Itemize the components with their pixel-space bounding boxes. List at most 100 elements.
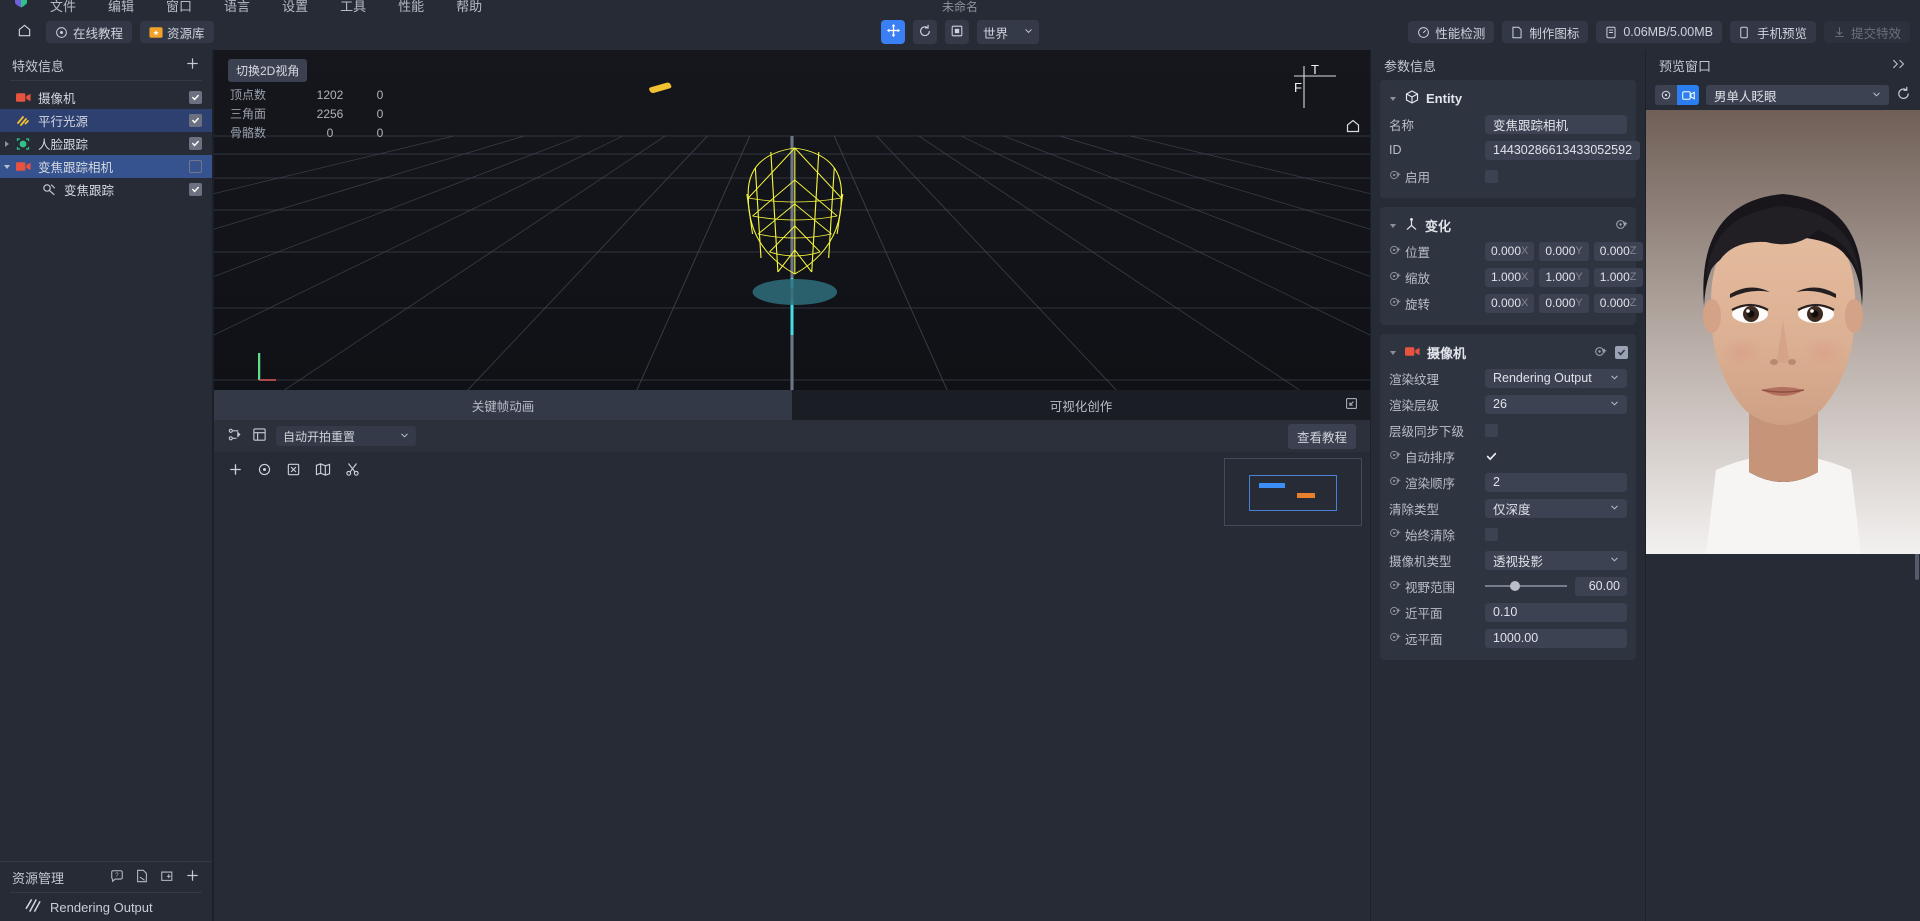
fov-slider[interactable]: 60.00 bbox=[1485, 576, 1627, 596]
layout-icon[interactable] bbox=[252, 427, 267, 445]
preview-render-image[interactable] bbox=[1646, 110, 1920, 554]
delete-x-icon[interactable] bbox=[286, 462, 301, 480]
section-header[interactable]: Entity bbox=[1380, 86, 1636, 111]
expand-panel-icon[interactable] bbox=[1345, 397, 1358, 413]
preview-material-select[interactable]: 男单人眨眼 bbox=[1706, 85, 1889, 105]
scale-y-input[interactable]: 1.000 Y bbox=[1539, 267, 1589, 287]
preview-mode-toggle[interactable] bbox=[1655, 85, 1699, 105]
add-resource-icon[interactable] bbox=[185, 868, 200, 886]
performance-check-button[interactable]: 性能检测 bbox=[1408, 21, 1495, 43]
viewport-3d[interactable]: 切换2D视角 顶点数 1202 0 三角面 2256 0 骨骼数 0 0 T F bbox=[213, 50, 1370, 390]
scissors-icon[interactable] bbox=[345, 462, 360, 480]
menu-tools[interactable]: 工具 bbox=[324, 0, 382, 14]
camera-mode-icon[interactable] bbox=[1677, 85, 1699, 105]
fov-value[interactable]: 60.00 bbox=[1575, 576, 1627, 596]
add-entity-button[interactable] bbox=[185, 56, 200, 74]
tree-item-zoom-tracking-camera[interactable]: 变焦跟踪相机 bbox=[0, 155, 212, 178]
collapse-twisty-icon[interactable] bbox=[0, 163, 14, 171]
name-input[interactable]: 变焦跟踪相机 bbox=[1485, 114, 1627, 134]
visibility-checkbox[interactable] bbox=[189, 91, 202, 104]
position-z-input[interactable]: 0.000 Z bbox=[1593, 241, 1643, 261]
keyframe-icon[interactable] bbox=[228, 427, 243, 445]
keyframe-add-icon[interactable] bbox=[1389, 169, 1401, 184]
preview-refresh-icon[interactable] bbox=[1896, 86, 1911, 104]
scale-x-input[interactable]: 1.000 X bbox=[1485, 267, 1535, 287]
home-button[interactable] bbox=[10, 21, 38, 43]
make-icon-button[interactable]: 制作图标 bbox=[1502, 21, 1589, 43]
rotation-y-input[interactable]: 0.000 Y bbox=[1539, 293, 1589, 313]
enable-checkbox[interactable] bbox=[1485, 169, 1498, 183]
layer-sync-checkbox[interactable] bbox=[1485, 423, 1498, 437]
graph-minimap[interactable] bbox=[1224, 458, 1362, 526]
memory-usage-button[interactable]: 0.06MB/5.00MB bbox=[1596, 21, 1722, 43]
keyframe-add-icon[interactable] bbox=[1389, 631, 1401, 646]
menu-language[interactable]: 语言 bbox=[208, 0, 266, 14]
map-icon[interactable] bbox=[315, 462, 331, 480]
new-folder-icon[interactable] bbox=[160, 869, 174, 886]
tree-item-directional-light[interactable]: 平行光源 bbox=[0, 109, 212, 132]
tree-item-camera[interactable]: 摄像机 bbox=[0, 86, 212, 109]
submit-effect-button[interactable]: 提交特效 bbox=[1823, 21, 1910, 43]
collapse-right-icon[interactable] bbox=[1891, 57, 1907, 74]
menu-window[interactable]: 窗口 bbox=[150, 0, 208, 14]
visibility-checkbox[interactable] bbox=[189, 160, 202, 173]
render-texture-select[interactable]: Rendering Output bbox=[1485, 368, 1627, 388]
keyframe-add-icon[interactable] bbox=[1615, 218, 1628, 234]
visibility-checkbox[interactable] bbox=[189, 137, 202, 150]
move-tool-button[interactable] bbox=[881, 20, 905, 44]
menu-help[interactable]: 帮助 bbox=[440, 0, 498, 14]
menu-file[interactable]: 文件 bbox=[34, 0, 92, 14]
tree-item-zoom-tracking[interactable]: 变焦跟踪 bbox=[0, 178, 212, 201]
menu-performance[interactable]: 性能 bbox=[382, 0, 440, 14]
chevron-down-icon[interactable] bbox=[1388, 222, 1398, 230]
menu-edit[interactable]: 编辑 bbox=[92, 0, 150, 14]
resource-library-button[interactable]: 资源库 bbox=[140, 21, 214, 43]
add-node-icon[interactable] bbox=[228, 462, 243, 480]
keyframe-add-icon[interactable] bbox=[1389, 475, 1401, 490]
online-tutorial-button[interactable]: 在线教程 bbox=[46, 21, 133, 43]
refresh-button[interactable] bbox=[913, 20, 937, 44]
coordinate-space-select[interactable]: 世界 bbox=[977, 20, 1039, 44]
node-graph-canvas[interactable]: 眨眼动作检测 第几张人脸 0 bbox=[213, 452, 1370, 921]
target-icon[interactable] bbox=[1655, 85, 1677, 105]
near-plane-input[interactable]: 0.10 bbox=[1485, 602, 1627, 622]
keyframe-add-icon[interactable] bbox=[1389, 527, 1401, 542]
viewport-home-icon[interactable] bbox=[1345, 118, 1361, 137]
always-clear-checkbox[interactable] bbox=[1485, 527, 1498, 541]
visibility-checkbox[interactable] bbox=[189, 183, 202, 196]
keyframe-add-icon[interactable] bbox=[1389, 605, 1401, 620]
keyframe-add-icon[interactable] bbox=[1389, 449, 1401, 464]
tab-visual-authoring[interactable]: 可视化创作 bbox=[792, 390, 1370, 420]
frame-button[interactable] bbox=[945, 20, 969, 44]
tree-item-face-tracking[interactable]: 人脸跟踪 bbox=[0, 132, 212, 155]
visibility-checkbox[interactable] bbox=[189, 114, 202, 127]
position-y-input[interactable]: 0.000 Y bbox=[1539, 241, 1589, 261]
keyframe-add-icon[interactable] bbox=[1594, 345, 1607, 361]
import-file-icon[interactable] bbox=[135, 869, 149, 886]
id-input[interactable]: 14430286613433052592 bbox=[1485, 140, 1641, 160]
expand-twisty-icon[interactable] bbox=[0, 140, 14, 148]
keyframe-add-icon[interactable] bbox=[1389, 296, 1401, 311]
clear-type-select[interactable]: 仅深度 bbox=[1485, 498, 1627, 518]
toggle-2d-view-button[interactable]: 切换2D视角 bbox=[228, 59, 308, 82]
keyframe-add-icon[interactable] bbox=[1389, 270, 1401, 285]
keyframe-add-icon[interactable] bbox=[1389, 579, 1401, 594]
slider-knob[interactable] bbox=[1509, 581, 1520, 591]
menu-settings[interactable]: 设置 bbox=[266, 0, 324, 14]
slider-track[interactable] bbox=[1485, 581, 1567, 591]
auto-sort-checkbox[interactable] bbox=[1485, 450, 1498, 463]
resource-item-rendering-output[interactable]: Rendering Output bbox=[0, 893, 212, 921]
rotation-x-input[interactable]: 0.000 X bbox=[1485, 293, 1535, 313]
render-layer-select[interactable]: 26 bbox=[1485, 394, 1627, 414]
chevron-down-icon[interactable] bbox=[1388, 95, 1398, 103]
view-axis-gizmo[interactable]: T F bbox=[1290, 62, 1340, 112]
section-header[interactable]: 摄像机 bbox=[1380, 340, 1636, 365]
camera-enable-checkbox[interactable] bbox=[1615, 346, 1628, 359]
camera-type-select[interactable]: 透视投影 bbox=[1485, 550, 1627, 570]
render-order-input[interactable]: 2 bbox=[1485, 472, 1627, 492]
scale-z-input[interactable]: 1.000 Z bbox=[1593, 267, 1643, 287]
far-plane-input[interactable]: 1000.00 bbox=[1485, 628, 1627, 648]
help-icon[interactable]: ? bbox=[110, 869, 124, 886]
view-tutorial-button[interactable]: 查看教程 bbox=[1287, 423, 1356, 449]
chevron-down-icon[interactable] bbox=[1388, 349, 1398, 357]
